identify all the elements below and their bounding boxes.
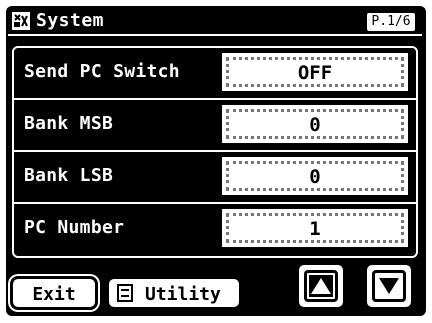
utility-icon (117, 284, 133, 302)
parameter-row: PC Number 1 (14, 204, 416, 254)
arrow-up-icon (304, 270, 338, 302)
exit-button-label: Exit (32, 284, 76, 305)
exit-button[interactable]: Exit (10, 276, 98, 310)
parameter-row: Bank MSB 0 (14, 100, 416, 150)
page-title: System (36, 10, 105, 31)
pc-number-value-button[interactable]: 1 (222, 209, 408, 247)
lcd-screen: System P.1/6 Send PC Switch OFF Bank MSB… (6, 6, 426, 316)
parameter-label: Send PC Switch (24, 61, 180, 82)
parameter-value: 0 (309, 166, 321, 188)
send-pc-switch-value-button[interactable]: OFF (222, 53, 408, 91)
parameter-row: Bank LSB 0 (14, 152, 416, 202)
parameter-label: PC Number (24, 217, 125, 238)
parameter-list: Send PC Switch OFF Bank MSB 0 Bank LSB 0… (12, 46, 418, 258)
title-bar: System P.1/6 (8, 8, 422, 36)
parameter-value: 0 (309, 114, 321, 136)
parameter-label: Bank MSB (24, 113, 114, 134)
parameter-value: 1 (309, 218, 321, 240)
page-up-button[interactable] (296, 262, 346, 310)
parameter-row: Send PC Switch OFF (14, 48, 416, 98)
page-down-button[interactable] (364, 262, 414, 310)
utility-button-label: Utility (145, 284, 221, 305)
utility-button[interactable]: Utility (106, 276, 242, 310)
bank-msb-value-button[interactable]: 0 (222, 105, 408, 143)
parameter-value: OFF (297, 62, 333, 84)
arrow-down-icon (372, 270, 406, 302)
parameter-label: Bank LSB (24, 165, 114, 186)
bank-lsb-value-button[interactable]: 0 (222, 157, 408, 195)
page-indicator: P.1/6 (366, 12, 416, 32)
tools-icon (12, 12, 30, 30)
